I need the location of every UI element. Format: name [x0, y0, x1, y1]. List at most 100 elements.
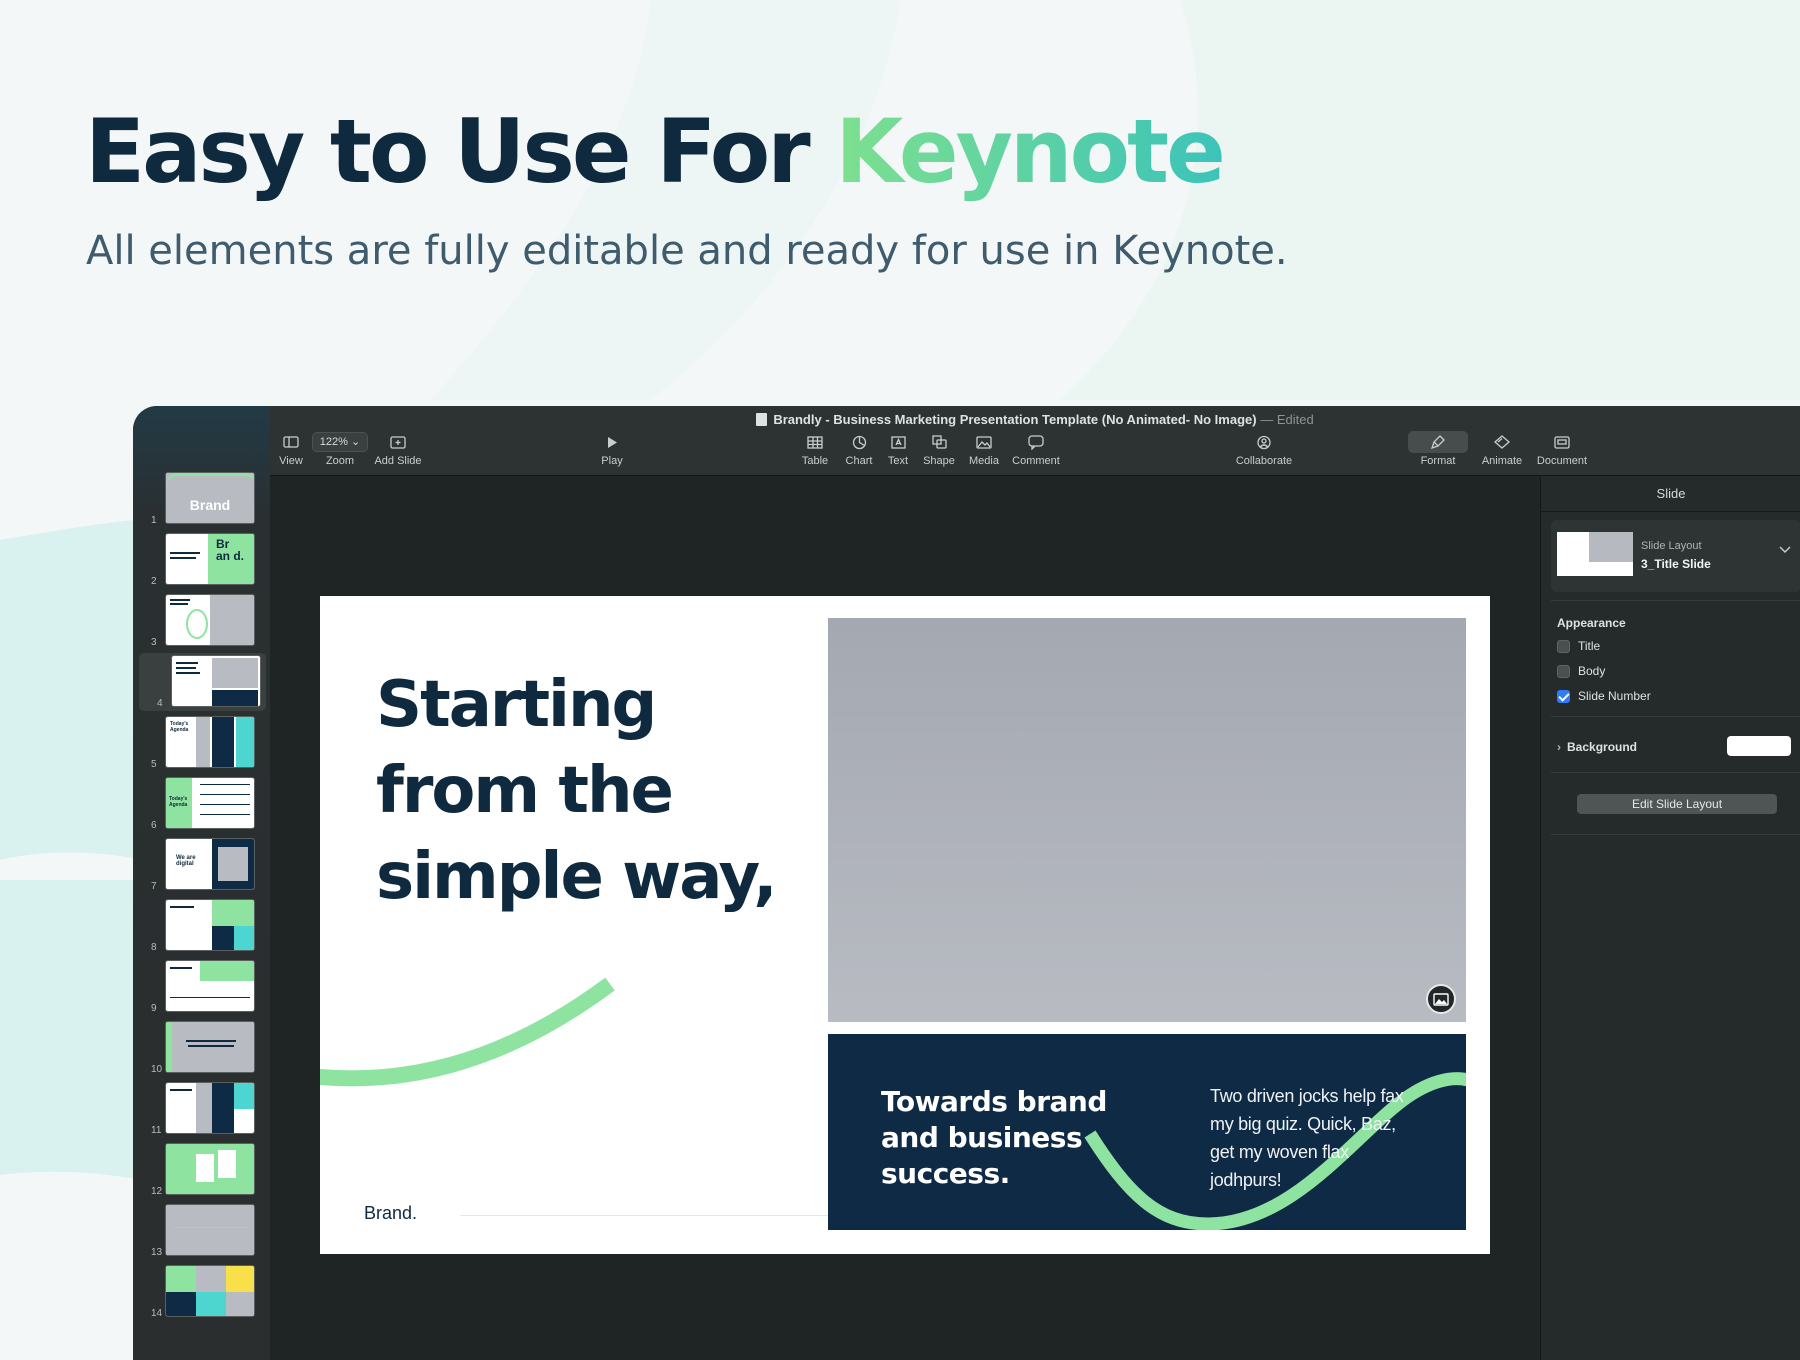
slide-thumbnail-preview: Brand: [165, 472, 255, 524]
chevron-down-icon: [1779, 546, 1791, 553]
slide-thumbnail-5[interactable]: 5 Today's Agenda: [133, 714, 270, 772]
view-label: View: [279, 455, 303, 467]
add-slide-label: Add Slide: [374, 455, 422, 467]
table-icon: [807, 435, 823, 449]
inspector-tab-slide[interactable]: Slide: [1541, 476, 1800, 512]
body-checkbox-row[interactable]: Body: [1557, 664, 1605, 678]
toolbar: Brandly - Business Marketing Presentatio…: [270, 406, 1800, 476]
slide-thumbnail-6[interactable]: 6 Today's Agenda: [133, 775, 270, 833]
text-box-icon: [890, 435, 906, 449]
shape-button[interactable]: Shape: [921, 432, 957, 467]
slide-number: 6: [151, 820, 157, 831]
animate-button[interactable]: Animate: [1480, 432, 1524, 467]
slide-thumbnail-10[interactable]: 10: [133, 1019, 270, 1077]
animate-label: Animate: [1481, 455, 1523, 467]
media-placeholder-icon[interactable]: [1426, 984, 1456, 1014]
body-checkbox[interactable]: [1557, 664, 1570, 678]
dark-panel-body[interactable]: Two driven jocks help fax my big quiz. Q…: [1210, 1082, 1410, 1194]
slide-thumbnail-2[interactable]: 2 Br an d.: [133, 531, 270, 589]
slide-thumbnail-preview: [165, 1265, 255, 1317]
comment-button[interactable]: Comment: [1011, 432, 1061, 467]
animate-icon: [1494, 435, 1510, 449]
title-checkbox[interactable]: [1557, 639, 1570, 653]
collaborate-button[interactable]: Collaborate: [1234, 432, 1294, 467]
document-title: Brandly - Business Marketing Presentatio…: [270, 412, 1800, 427]
slide-layout-label: Slide Layout: [1641, 540, 1702, 552]
divider: [1551, 772, 1800, 773]
zoom-label: Zoom: [325, 455, 355, 467]
hero-title: Easy to Use For Keynote: [85, 103, 1226, 201]
zoom-value: 122%: [319, 436, 348, 448]
slide-thumbnail-8[interactable]: 8: [133, 897, 270, 955]
shape-label: Shape: [923, 455, 955, 467]
dark-panel-heading[interactable]: Towards brand and business success.: [881, 1084, 1141, 1192]
media-label: Media: [969, 455, 999, 467]
slide-thumbnail-preview: [165, 1204, 255, 1256]
slide-thumbnail-14[interactable]: 14: [133, 1263, 270, 1321]
dark-panel: Towards brand and business success. Two …: [828, 1034, 1466, 1230]
slide-thumbnail-7[interactable]: 7 We are digital: [133, 836, 270, 894]
slide-number: 12: [151, 1186, 163, 1197]
brand-footer[interactable]: Brand.: [364, 1203, 417, 1224]
chart-icon: [852, 435, 866, 449]
background-label: Background: [1567, 740, 1638, 754]
slide-thumbnail-preview: Today's Agenda: [165, 777, 255, 829]
divider: [1551, 600, 1800, 601]
slide-navigator[interactable]: 1 Brand 2 Br an d. 3 4 5 Today's Agenda 6 Today's…: [133, 406, 270, 1360]
zoom-control[interactable]: 122% ⌄ Zoom: [312, 432, 368, 467]
title-checkbox-label: Title: [1578, 639, 1601, 653]
image-placeholder[interactable]: [828, 618, 1466, 1022]
footer-divider: [460, 1215, 828, 1216]
slide-thumbnail-preview: Today's Agenda: [165, 716, 255, 768]
slide-thumbnail-12[interactable]: 12: [133, 1141, 270, 1199]
document-button[interactable]: Document: [1535, 432, 1589, 467]
table-button[interactable]: Table: [800, 432, 830, 467]
slide-thumbnail-3[interactable]: 3: [133, 592, 270, 650]
appearance-heading: Appearance: [1557, 616, 1626, 630]
shape-icon: [931, 435, 947, 449]
background-row[interactable]: › Background: [1557, 736, 1797, 756]
slide-thumbnail-preview: [165, 960, 255, 1012]
slide-number: 11: [151, 1125, 162, 1136]
slide-thumbnail-4[interactable]: 4: [139, 653, 266, 711]
document-icon: [756, 413, 768, 426]
slide-thumbnail-9[interactable]: 9: [133, 958, 270, 1016]
zoom-select[interactable]: 122% ⌄: [312, 432, 368, 452]
chevron-down-icon: ⌄: [350, 436, 361, 448]
slide-number-checkbox-row[interactable]: Slide Number: [1557, 689, 1651, 703]
edit-slide-layout-button[interactable]: Edit Slide Layout: [1577, 794, 1777, 814]
slide-layout-selector[interactable]: Slide Layout 3_Title Slide: [1551, 520, 1800, 592]
slide-thumbnail-1[interactable]: 1 Brand: [133, 470, 270, 528]
slide-number: 10: [151, 1064, 163, 1075]
text-button[interactable]: Text: [885, 432, 911, 467]
sidebar-icon: [283, 436, 299, 448]
slide-number-checkbox-label: Slide Number: [1578, 689, 1651, 703]
current-slide[interactable]: Starting from the simple way, Towards br…: [320, 596, 1490, 1254]
document-label: Document: [1536, 455, 1588, 467]
divider: [1551, 716, 1800, 717]
slide-thumbnail-11[interactable]: 11: [133, 1080, 270, 1138]
chevron-right-icon: ›: [1557, 740, 1561, 754]
chart-button[interactable]: Chart: [844, 432, 874, 467]
slide-canvas[interactable]: Starting from the simple way, Towards br…: [270, 476, 1540, 1360]
slide-number: 1: [151, 515, 157, 526]
media-button[interactable]: Media: [968, 432, 1000, 467]
play-button[interactable]: Play: [599, 432, 625, 467]
title-checkbox-row[interactable]: Title: [1557, 639, 1600, 653]
slide-number: 13: [151, 1247, 163, 1258]
hero-subtitle: All elements are fully editable and read…: [86, 228, 1288, 274]
background-color-well[interactable]: [1727, 736, 1791, 756]
slide-thumbnail-preview: [165, 1082, 255, 1134]
slide-heading[interactable]: Starting from the simple way,: [376, 662, 816, 920]
slide-number-checkbox[interactable]: [1557, 689, 1570, 703]
hero-title-main: Easy to Use For: [85, 100, 836, 203]
slide-number: 8: [151, 942, 157, 953]
document-name: Brandly - Business Marketing Presentatio…: [773, 412, 1257, 427]
slide-thumbnail-13[interactable]: 13: [133, 1202, 270, 1260]
slide-thumbnail-preview: We are digital: [165, 838, 255, 890]
view-button[interactable]: View: [278, 432, 304, 467]
format-button[interactable]: Format: [1408, 431, 1468, 467]
slide-thumbnail-preview: Br an d.: [165, 533, 255, 585]
add-slide-button[interactable]: Add Slide: [373, 432, 423, 467]
comment-icon: [1028, 434, 1044, 450]
